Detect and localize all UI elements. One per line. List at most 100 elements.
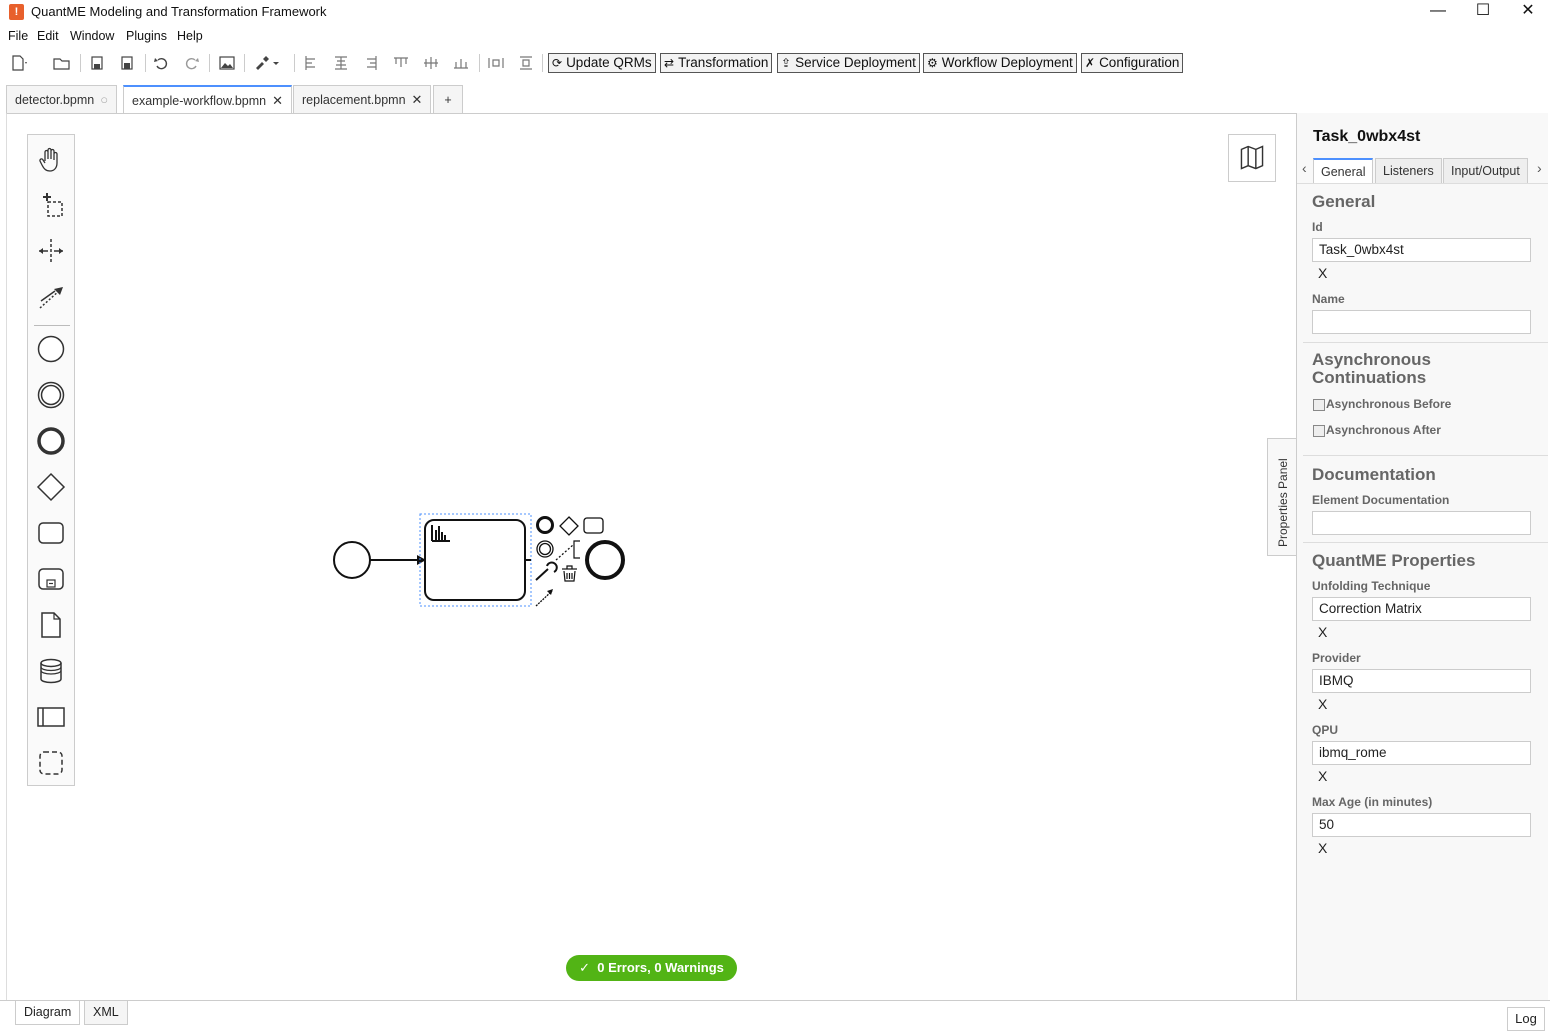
redo-icon[interactable]	[181, 54, 201, 72]
tab-xml[interactable]: XML	[84, 1001, 128, 1025]
log-button[interactable]: Log	[1507, 1007, 1545, 1031]
pool-tool-icon[interactable]	[35, 701, 67, 733]
lasso-tool-icon[interactable]	[35, 189, 67, 221]
minimap-toggle-icon[interactable]	[1228, 134, 1276, 182]
group-tool-icon[interactable]	[35, 747, 67, 779]
clear-id-button[interactable]: X	[1318, 265, 1327, 281]
properties-panel-toggle[interactable]: Properties Panel	[1267, 438, 1297, 556]
element-documentation-field[interactable]	[1312, 511, 1531, 535]
distribute-horizontal-icon[interactable]	[486, 54, 506, 72]
section-async-title-line1: Asynchronous	[1312, 350, 1432, 369]
window-title: QuantME Modeling and Transformation Fram…	[31, 4, 327, 19]
tab-underline	[1297, 183, 1548, 184]
lint-status-text: 0 Errors, 0 Warnings	[597, 960, 724, 975]
provider-field[interactable]: IBMQ	[1312, 669, 1531, 693]
tab-detector[interactable]: detector.bpmn ○	[6, 85, 118, 114]
align-bottom-icon[interactable]	[451, 54, 471, 72]
subprocess-tool-icon[interactable]	[35, 563, 67, 595]
open-folder-icon[interactable]	[52, 54, 72, 72]
align-top-icon[interactable]	[391, 54, 411, 72]
workflow-deployment-button[interactable]: ⚙ Workflow Deployment	[923, 53, 1077, 73]
diagram-canvas[interactable]	[6, 113, 1296, 1001]
tools-icon: ✗	[1085, 56, 1096, 70]
new-file-icon[interactable]	[8, 54, 28, 72]
id-field[interactable]: Task_0wbx4st	[1312, 238, 1531, 262]
save-all-icon[interactable]	[117, 54, 137, 72]
qpu-field[interactable]: ibmq_rome	[1312, 741, 1531, 765]
tab-scroll-left-icon[interactable]: ‹	[1302, 160, 1307, 176]
qpu-label: QPU	[1312, 723, 1339, 737]
configuration-button[interactable]: ✗ Configuration	[1081, 53, 1184, 73]
trash-icon[interactable]	[562, 565, 577, 582]
align-right-icon[interactable]	[361, 54, 381, 72]
async-before-checkbox[interactable]	[1313, 399, 1325, 411]
menu-file[interactable]: File	[8, 29, 28, 43]
append-end-event-icon[interactable]	[536, 516, 554, 534]
align-left-icon[interactable]	[301, 54, 321, 72]
export-image-icon[interactable]	[217, 54, 237, 72]
end-event[interactable]	[585, 540, 625, 580]
append-task-icon[interactable]	[583, 517, 604, 534]
tab-example-workflow[interactable]: example-workflow.bpmn ✕	[123, 85, 292, 114]
id-label: Id	[1312, 220, 1323, 234]
tab-general[interactable]: General	[1313, 158, 1374, 183]
tab-scroll-right-icon[interactable]: ›	[1537, 160, 1542, 176]
text-annotation-icon[interactable]	[573, 540, 580, 559]
task-tool-icon[interactable]	[35, 517, 67, 549]
file-tabs: detector.bpmn ○ example-workflow.bpmn ✕ re…	[0, 85, 1550, 114]
distribute-vertical-icon[interactable]	[516, 54, 536, 72]
tab-replacement[interactable]: replacement.bpmn ✕	[293, 85, 432, 114]
tab-input-output[interactable]: Input/Output	[1443, 158, 1528, 183]
menu-plugins[interactable]: Plugins	[126, 29, 167, 43]
wrench-icon[interactable]	[535, 561, 558, 581]
start-event[interactable]	[333, 541, 371, 579]
new-tab-button[interactable]: +	[433, 85, 463, 114]
clear-qpu-button[interactable]: X	[1318, 768, 1327, 784]
undo-icon[interactable]	[152, 54, 172, 72]
tab-label: detector.bpmn	[15, 93, 95, 107]
align-middle-icon[interactable]	[421, 54, 441, 72]
update-qrms-button[interactable]: ⟳ Update QRMs	[548, 53, 656, 73]
tab-listeners[interactable]: Listeners	[1375, 158, 1442, 183]
end-event-tool-icon[interactable]	[35, 425, 67, 457]
data-object-tool-icon[interactable]	[35, 609, 67, 641]
transformation-button[interactable]: ⇄ Transformation	[660, 53, 773, 73]
close-icon[interactable]: ✕	[272, 93, 283, 108]
clear-provider-button[interactable]: X	[1318, 696, 1327, 712]
maximize-button[interactable]: ☐	[1460, 0, 1506, 24]
color-picker-icon[interactable]	[252, 54, 272, 72]
align-center-icon[interactable]	[331, 54, 351, 72]
global-connect-tool-icon[interactable]	[35, 281, 67, 313]
start-event-tool-icon[interactable]	[35, 333, 67, 365]
minimize-button[interactable]: —	[1415, 0, 1461, 24]
menu-help[interactable]: Help	[177, 29, 203, 43]
update-qrms-label: Update QRMs	[566, 55, 652, 70]
name-field[interactable]	[1312, 310, 1531, 334]
space-tool-icon[interactable]	[35, 235, 67, 267]
intermediate-event-tool-icon[interactable]	[35, 379, 67, 411]
close-window-button[interactable]: ✕	[1505, 0, 1550, 24]
close-icon[interactable]: ✕	[412, 92, 423, 107]
text-annotation-connection-icon[interactable]	[555, 544, 574, 561]
configuration-label: Configuration	[1099, 55, 1180, 70]
unfolding-technique-field[interactable]: Correction Matrix	[1312, 597, 1531, 621]
append-intermediate-event-icon[interactable]	[536, 540, 554, 558]
menu-window[interactable]: Window	[70, 29, 114, 43]
service-deployment-button[interactable]: ⇪ Service Deployment	[777, 53, 920, 73]
data-store-tool-icon[interactable]	[35, 655, 67, 687]
section-quantme-title: QuantME Properties	[1312, 551, 1476, 570]
chevron-down-icon[interactable]	[270, 54, 282, 72]
unsaved-indicator-icon[interactable]: ○	[100, 92, 108, 107]
clear-unfolding-technique-button[interactable]: X	[1318, 624, 1327, 640]
gateway-tool-icon[interactable]	[35, 471, 67, 503]
hand-tool-icon[interactable]	[35, 143, 67, 175]
tab-diagram[interactable]: Diagram	[15, 1001, 81, 1025]
upload-icon: ⇪	[781, 56, 792, 70]
lint-status-badge[interactable]: ✓ 0 Errors, 0 Warnings	[566, 955, 737, 981]
async-after-checkbox[interactable]	[1313, 425, 1325, 437]
append-gateway-icon[interactable]	[559, 516, 579, 536]
save-icon[interactable]	[87, 54, 107, 72]
clear-max-age-button[interactable]: X	[1318, 840, 1327, 856]
menu-edit[interactable]: Edit	[37, 29, 59, 43]
max-age-field[interactable]: 50	[1312, 813, 1531, 837]
